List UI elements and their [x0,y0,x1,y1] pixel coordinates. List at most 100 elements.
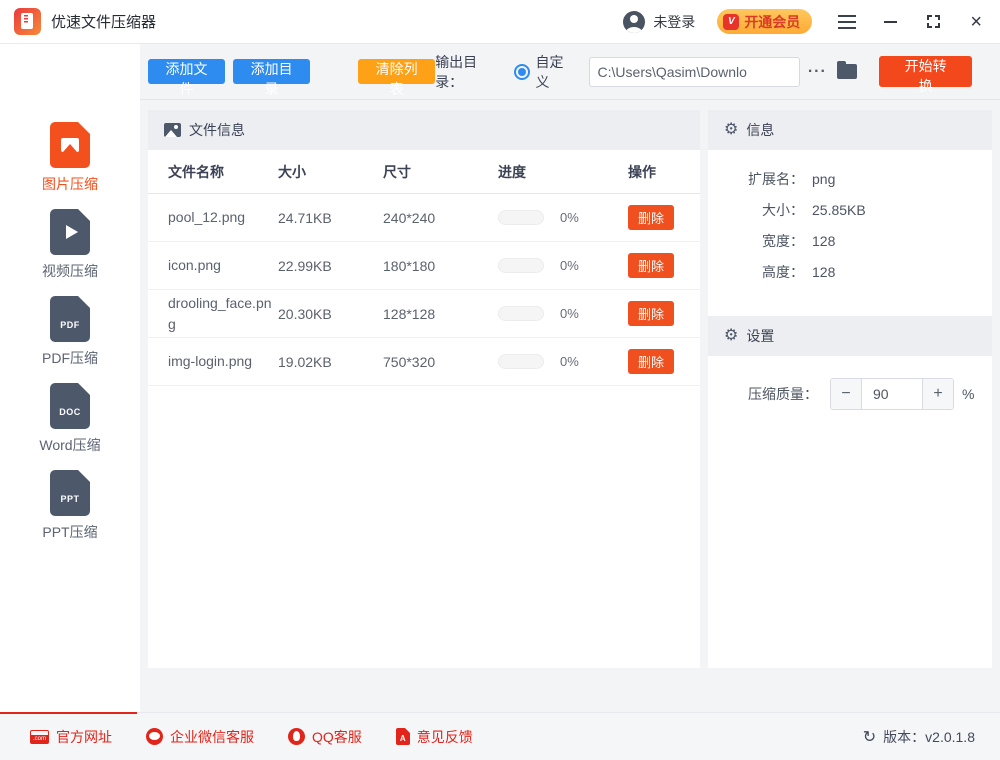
sidebar-item-label: 图片压缩 [42,174,98,194]
sidebar-item-image-compress[interactable]: 图片压缩 [42,122,98,194]
info-row-width: 宽度： 128 [708,232,992,250]
minimize-icon[interactable] [884,21,897,23]
pdf-file-icon: PDF [50,296,90,342]
feedback-link[interactable]: 意见反馈 [396,727,473,747]
file-dimensions: 240*240 [383,210,498,226]
qq-icon [288,728,305,745]
file-panel-title: 文件信息 [189,120,245,140]
file-dimensions: 128*128 [383,306,498,322]
clear-list-button[interactable]: 清除列表 [358,59,435,84]
progress-percent: 0% [560,306,579,321]
file-dimensions: 180*180 [383,258,498,274]
settings-panel-header: ⚙ 设置 [708,316,992,356]
image-file-icon [50,122,90,168]
app-logo-icon [14,8,41,35]
file-name: drooling_face.png [168,293,272,334]
output-dir-label: 输出目录： [435,52,503,92]
progress-bar [498,354,544,369]
table-header-row: 文件名称 大小 尺寸 进度 操作 [148,150,700,194]
quality-increase-button[interactable]: + [923,379,953,409]
file-name: img-login.png [168,351,272,371]
file-size: 19.02KB [278,354,383,370]
file-info-panel: 文件信息 文件名称 大小 尺寸 进度 操作 pool_12.png 24.71K… [148,110,700,668]
add-directory-button[interactable]: 添加目录 [233,59,310,84]
doc-file-icon: DOC [50,383,90,429]
update-refresh-icon[interactable]: ↻ [863,727,876,747]
sidebar-item-word-compress[interactable]: DOC Word压缩 [39,383,100,455]
quality-decrease-button[interactable]: − [831,379,861,409]
output-path-input[interactable] [589,57,800,87]
file-panel-header: 文件信息 [148,110,700,150]
login-status[interactable]: 未登录 [653,12,695,32]
sidebar-item-ppt-compress[interactable]: PPT PPT压缩 [42,470,97,542]
col-action: 操作 [628,162,680,182]
close-icon[interactable]: × [970,15,982,29]
custom-radio-label: 自定义 [536,52,577,92]
user-avatar-icon[interactable] [623,11,645,33]
official-site-link[interactable]: 官方网址 [30,727,112,747]
progress-bar [498,306,544,321]
file-name: pool_12.png [168,207,272,227]
file-size: 20.30KB [278,306,383,322]
hamburger-menu-icon[interactable] [838,15,856,29]
sidebar-item-label: Word压缩 [39,435,100,455]
feedback-doc-icon [396,728,410,745]
file-size: 22.99KB [278,258,383,274]
delete-button[interactable]: 删除 [628,205,674,230]
col-progress: 进度 [498,162,628,182]
file-name: icon.png [168,255,272,275]
delete-button[interactable]: 删除 [628,301,674,326]
custom-radio[interactable] [514,64,530,80]
sidebar-item-label: PDF压缩 [42,348,98,368]
start-convert-button[interactable]: 开始转换 [879,56,972,87]
delete-button[interactable]: 删除 [628,349,674,374]
progress-percent: 0% [560,210,579,225]
video-file-icon [50,209,90,255]
browse-more-button[interactable]: ··· [808,63,827,81]
sidebar-item-video-compress[interactable]: 视频压缩 [42,209,98,281]
sidebar-item-pdf-compress[interactable]: PDF PDF压缩 [42,296,98,368]
sidebar-item-label: 视频压缩 [42,261,98,281]
file-dimensions: 750*320 [383,354,498,370]
table-row: img-login.png 19.02KB 750*320 0% 删除 [148,338,700,386]
height-value: 128 [812,263,835,281]
extension-value: png [812,170,835,188]
info-row-size: 大小： 25.85KB [708,201,992,219]
table-row: drooling_face.png 20.30KB 128*128 0% 删除 [148,290,700,338]
width-value: 128 [812,232,835,250]
sidebar: 图片压缩 视频压缩 PDF PDF压缩 DOC Word压缩 PPT PPT压缩 [0,44,140,712]
maximize-icon[interactable] [927,15,940,28]
file-size: 24.71KB [278,210,383,226]
col-filename: 文件名称 [168,162,278,182]
gear-icon: ⚙ [724,122,738,138]
add-file-button[interactable]: 添加文件 [148,59,225,84]
website-icon [30,730,49,744]
toolbar: 添加文件 添加目录 清除列表 输出目录： 自定义 ··· 开始转换 [140,44,1000,100]
wechat-support-link[interactable]: 企业微信客服 [146,727,254,747]
col-dimensions: 尺寸 [383,162,498,182]
wechat-icon [146,728,163,745]
info-settings-panel: ⚙ 信息 扩展名： png 大小： 25.85KB 宽度： 128 [708,110,992,668]
version-prefix: 版本： [883,727,925,747]
size-value: 25.85KB [812,201,866,219]
quality-stepper: − 90 + [830,378,954,410]
open-vip-button[interactable]: V 开通会员 [717,9,812,34]
col-size: 大小 [278,162,383,182]
delete-button[interactable]: 删除 [628,253,674,278]
progress-percent: 0% [560,354,579,369]
image-list-icon [164,123,181,137]
footer: 官方网址 企业微信客服 QQ客服 意见反馈 ↻ 版本： v2.0.1.8 [0,712,1000,760]
version-info: ↻ 版本： v2.0.1.8 [863,727,975,747]
ppt-file-icon: PPT [50,470,90,516]
qq-support-link[interactable]: QQ客服 [288,727,362,747]
quality-unit: % [962,386,974,402]
vip-label: 开通会员 [744,12,800,32]
info-fields: 扩展名： png 大小： 25.85KB 宽度： 128 高度： 128 [708,150,992,302]
info-row-height: 高度： 128 [708,263,992,281]
progress-bar [498,258,544,273]
progress-bar [498,210,544,225]
gear-icon: ⚙ [724,328,738,344]
titlebar: 优速文件压缩器 未登录 V 开通会员 × [0,0,1000,44]
open-folder-icon[interactable] [837,64,858,79]
quality-value[interactable]: 90 [861,379,923,409]
